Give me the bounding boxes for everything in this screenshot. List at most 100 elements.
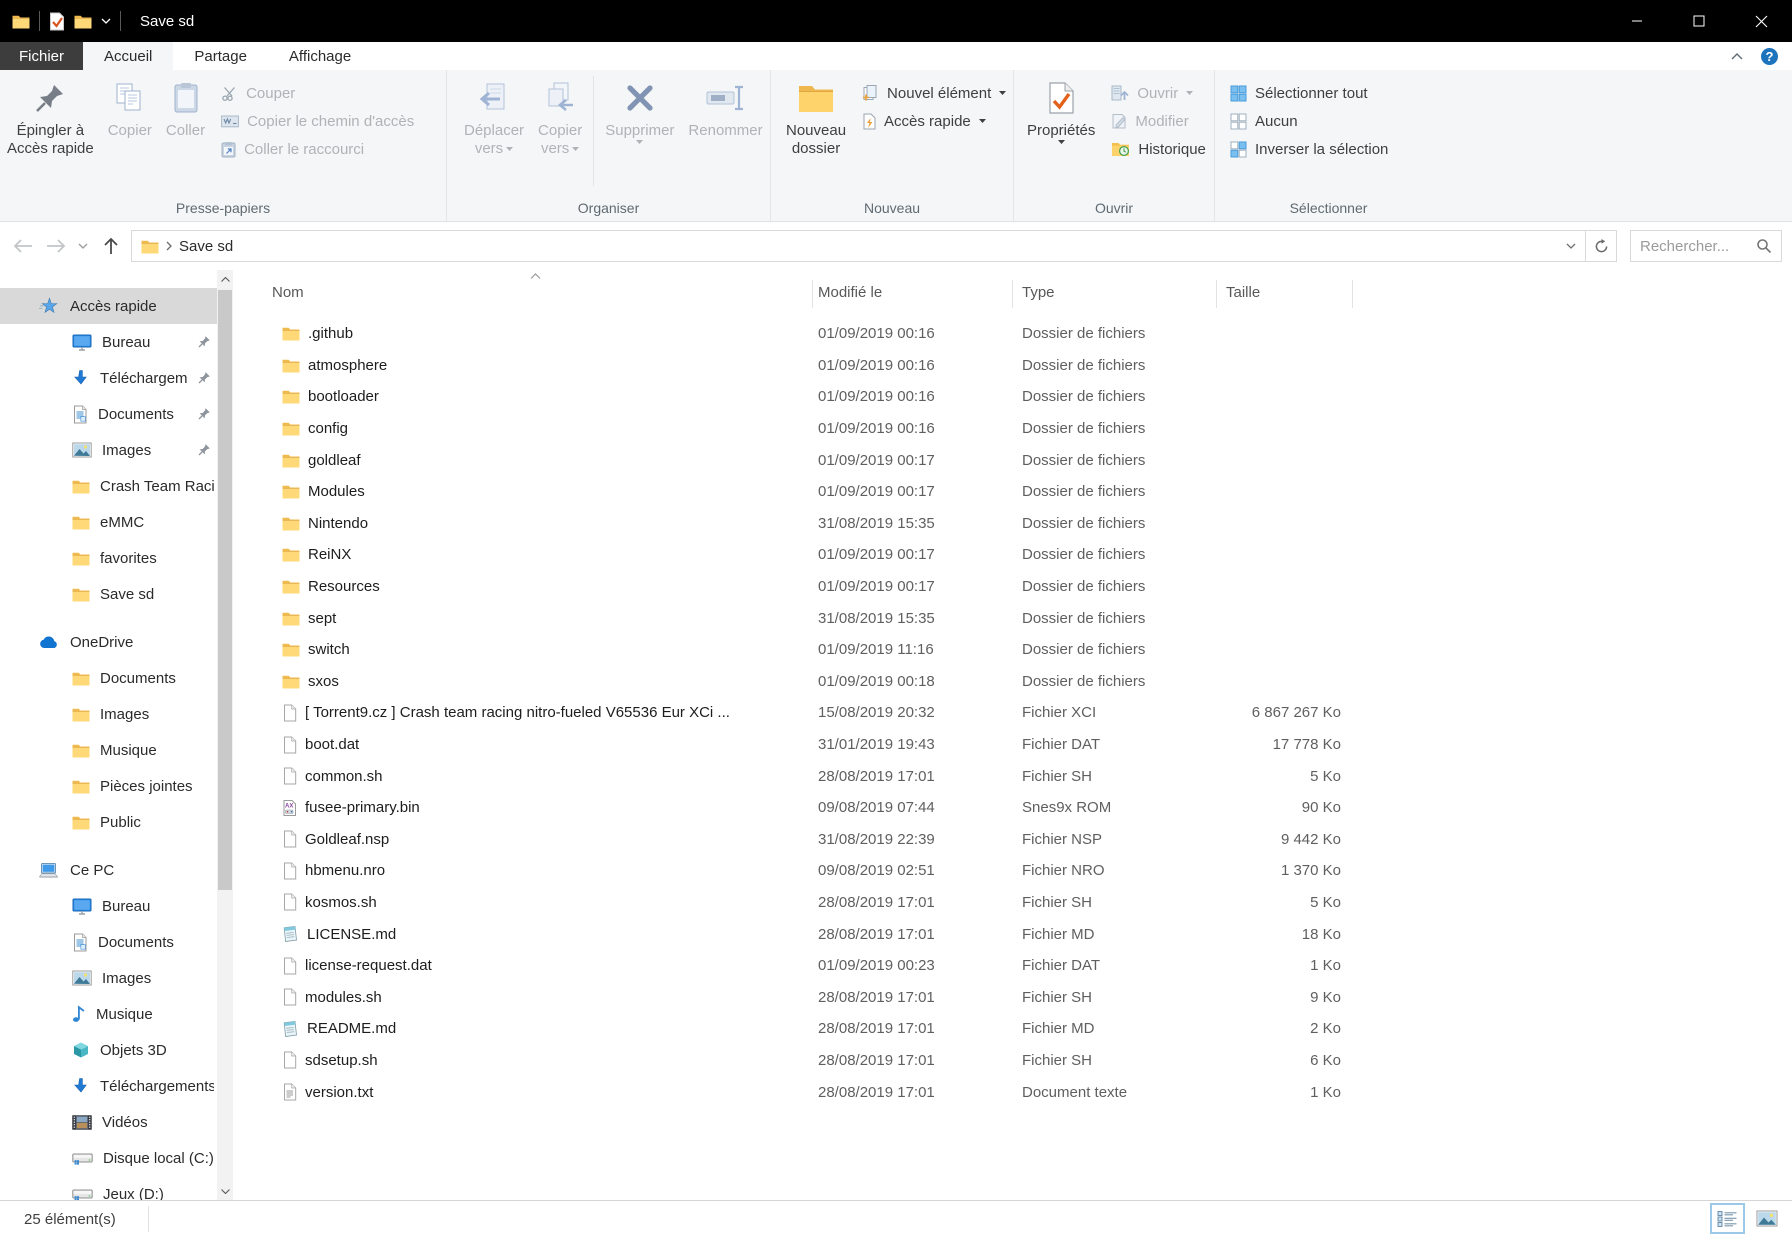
file-name-cell[interactable]: sxos [240, 673, 818, 690]
file-name-cell[interactable]: ReiNX [240, 546, 818, 563]
column-separator[interactable] [812, 280, 813, 308]
file-row[interactable]: sxos 01/09/2019 00:18 Dossier de fichiers [240, 666, 1792, 698]
column-header-date[interactable]: Modifié le [818, 284, 882, 301]
file-row[interactable]: ReiNX 01/09/2019 00:17 Dossier de fichiers [240, 539, 1792, 571]
paste-button[interactable]: Coller [159, 72, 212, 140]
file-row[interactable]: version.txt 28/08/2019 17:01 Document text… [240, 1076, 1792, 1108]
file-row[interactable]: Modules 01/09/2019 00:17 Dossier de fichie… [240, 476, 1792, 508]
file-row[interactable]: switch 01/09/2019 11:16 Dossier de fichier… [240, 634, 1792, 666]
close-button[interactable] [1730, 0, 1792, 42]
file-row[interactable]: LICENSE.md 28/08/2019 17:01 Fichier MD 18 K… [240, 918, 1792, 950]
sidebar-item-acc-s-rapide[interactable]: Accès rapide [0, 288, 217, 324]
history-button[interactable]: Historique [1102, 135, 1215, 163]
address-dropdown-button[interactable] [1557, 231, 1585, 261]
details-view-button[interactable] [1710, 1203, 1745, 1234]
column-separator[interactable] [1216, 280, 1217, 308]
file-name-cell[interactable]: config [240, 420, 818, 437]
scroll-up-icon[interactable] [217, 271, 233, 287]
sidebar-item-crash-team-racing[interactable]: Crash Team Racing [0, 468, 217, 504]
file-row[interactable]: atmosphere 01/09/2019 00:16 Dossier de fic… [240, 350, 1792, 382]
rename-button[interactable]: Renommer [681, 72, 769, 140]
thumbnails-view-button[interactable] [1749, 1203, 1784, 1234]
sidebar-item-onedrive[interactable]: OneDrive [0, 624, 217, 660]
sidebar-item-images[interactable]: Images [0, 696, 217, 732]
column-separator[interactable] [1012, 280, 1013, 308]
file-name-cell[interactable]: [ Torrent9.cz ] Crash team racing nitro-… [240, 704, 818, 722]
minimize-button[interactable] [1606, 0, 1668, 42]
sidebar-item-pi-ces-jointes[interactable]: Pièces jointes [0, 768, 217, 804]
sidebar-item-documents[interactable]: Documents [0, 924, 217, 960]
file-name-cell[interactable]: sept [240, 610, 818, 627]
sidebar-item-t-l-chargements[interactable]: Téléchargements [0, 360, 217, 396]
breadcrumb[interactable]: Save sd [132, 238, 242, 255]
copy-path-button[interactable]: Copier le chemin d'accès [212, 107, 423, 135]
new-item-button[interactable]: Nouvel élément [853, 79, 1015, 107]
file-name-cell[interactable]: boot.dat [240, 736, 818, 754]
file-row[interactable]: goldleaf 01/09/2019 00:17 Dossier de fichi… [240, 444, 1792, 476]
tab-partage[interactable]: Partage [173, 42, 268, 70]
file-row[interactable]: Nintendo 31/08/2019 15:35 Dossier de fichi… [240, 508, 1792, 540]
file-row[interactable]: bootloader 01/09/2019 00:16 Dossier de fic… [240, 381, 1792, 413]
sidebar-item-images[interactable]: Images [0, 960, 217, 996]
sidebar-item-jeux-d[interactable]: Jeux (D:) [0, 1176, 217, 1200]
sidebar-item-disque-local-c[interactable]: Disque local (C:) [0, 1140, 217, 1176]
sidebar-item-documents[interactable]: Documents [0, 396, 217, 432]
sidebar-item-save-sd[interactable]: Save sd [0, 576, 217, 612]
file-name-cell[interactable]: README.md [240, 1020, 818, 1038]
scroll-down-icon[interactable] [217, 1183, 233, 1199]
cut-button[interactable]: Couper [212, 79, 423, 107]
tab-affichage[interactable]: Affichage [268, 42, 372, 70]
tab-accueil[interactable]: Accueil [83, 42, 174, 70]
file-name-cell[interactable]: bootloader [240, 388, 818, 405]
file-row[interactable]: .github 01/09/2019 00:16 Dossier de fichie… [240, 318, 1792, 350]
search-input[interactable]: Rechercher... [1630, 230, 1782, 262]
invert-selection-button[interactable]: Inverser la sélection [1221, 135, 1397, 163]
file-row[interactable]: hbmenu.nro 09/08/2019 02:51 Fichier NRO 1 3… [240, 855, 1792, 887]
sidebar-item-musique[interactable]: Musique [0, 996, 217, 1032]
file-name-cell[interactable]: common.sh [240, 767, 818, 785]
file-row[interactable]: Goldleaf.nsp 31/08/2019 22:39 Fichier NSP 9… [240, 824, 1792, 856]
sidebar-item-musique[interactable]: Musique [0, 732, 217, 768]
sidebar-item-public[interactable]: Public [0, 804, 217, 840]
file-row[interactable]: license-request.dat 01/09/2019 00:23 Fichi… [240, 950, 1792, 982]
file-row[interactable]: config 01/09/2019 00:16 Dossier de fichier… [240, 413, 1792, 445]
file-name-cell[interactable]: switch [240, 641, 818, 658]
file-name-cell[interactable]: Goldleaf.nsp [240, 830, 818, 848]
sidebar-item-documents[interactable]: Documents [0, 660, 217, 696]
open-button[interactable]: Ouvrir [1102, 79, 1215, 107]
file-name-cell[interactable]: LICENSE.md [240, 925, 818, 943]
sidebar-item-emmc[interactable]: eMMC [0, 504, 217, 540]
file-row[interactable]: sept 31/08/2019 15:35 Dossier de fichiers [240, 602, 1792, 634]
file-row[interactable]: common.sh 28/08/2019 17:01 Fichier SH 5 Ko [240, 760, 1792, 792]
maximize-button[interactable] [1668, 0, 1730, 42]
file-row[interactable]: AX fusee-primary.bin 09/08/2019 07:44 Snes9… [240, 792, 1792, 824]
file-name-cell[interactable]: Modules [240, 483, 818, 500]
easy-access-button[interactable]: Accès rapide [853, 107, 1015, 135]
file-name-cell[interactable]: hbmenu.nro [240, 862, 818, 880]
up-button[interactable] [94, 236, 127, 256]
delete-button[interactable]: Supprimer [598, 72, 681, 144]
new-folder-button[interactable]: Nouveau dossier [779, 72, 853, 158]
breadcrumb-segment[interactable]: Save sd [179, 238, 233, 255]
file-row[interactable]: modules.sh 28/08/2019 17:01 Fichier SH 9 Ko [240, 981, 1792, 1013]
properties-quick-icon[interactable] [49, 12, 65, 31]
sidebar-item-favorites[interactable]: favorites [0, 540, 217, 576]
tab-fichier[interactable]: Fichier [0, 42, 84, 70]
sidebar-item-images[interactable]: Images [0, 432, 217, 468]
file-name-cell[interactable]: license-request.dat [240, 957, 818, 975]
file-name-cell[interactable]: goldleaf [240, 452, 818, 469]
column-header-name[interactable]: Nom [272, 284, 304, 301]
collapse-ribbon-icon[interactable] [1731, 52, 1743, 60]
file-row[interactable]: [ Torrent9.cz ] Crash team racing nitro-… [240, 697, 1792, 729]
file-row[interactable]: sdsetup.sh 28/08/2019 17:01 Fichier SH 6 Ko [240, 1045, 1792, 1077]
back-button[interactable] [6, 238, 39, 254]
column-separator[interactable] [1352, 280, 1353, 308]
recent-locations-button[interactable] [72, 243, 94, 249]
file-row[interactable]: kosmos.sh 28/08/2019 17:01 Fichier SH 5 Ko [240, 887, 1792, 919]
copy-to-button[interactable]: Copier vers [531, 72, 589, 158]
select-none-button[interactable]: Aucun [1221, 107, 1397, 135]
file-name-cell[interactable]: atmosphere [240, 357, 818, 374]
move-to-button[interactable]: Déplacer vers [457, 72, 531, 158]
pin-to-quick-access-button[interactable]: Épingler à Accès rapide [0, 72, 101, 158]
address-bar[interactable]: Save sd [131, 230, 1586, 262]
